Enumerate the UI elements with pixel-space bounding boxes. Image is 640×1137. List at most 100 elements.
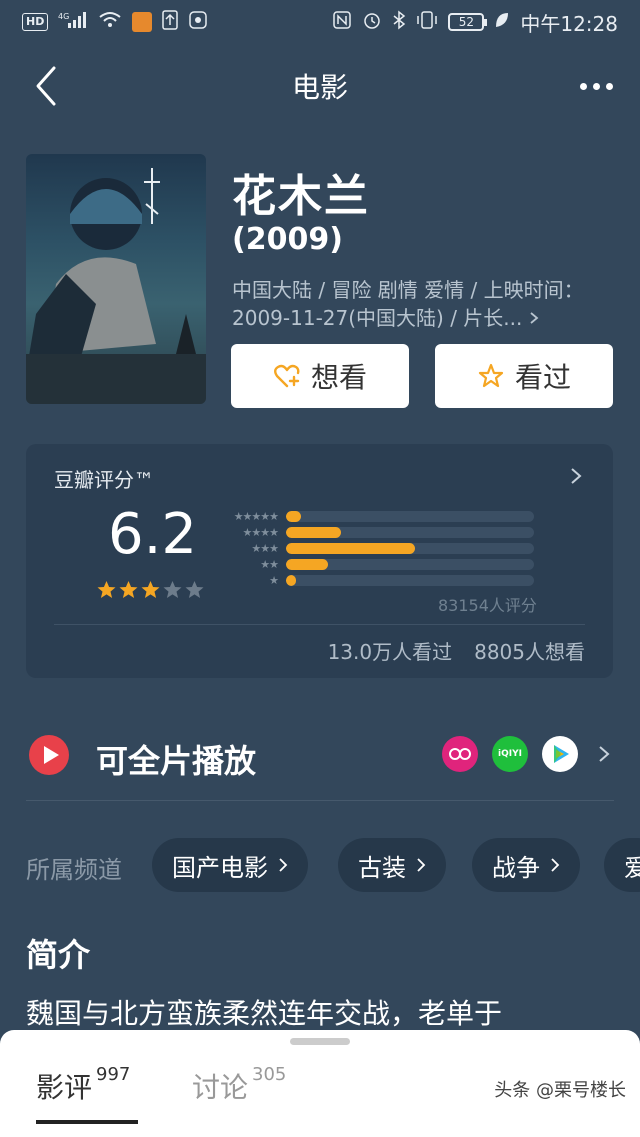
- channel-chip-label: 国产电影: [172, 853, 268, 882]
- movie-year: (2009): [232, 222, 343, 257]
- tab-discussion-count: 305: [252, 1064, 287, 1085]
- rating-bar-track: [286, 542, 534, 554]
- tab-reviews-count: 997: [96, 1064, 131, 1085]
- watermark-text: 头条 @栗号楼长: [494, 1080, 626, 1101]
- tab-discussion-label: 讨论: [192, 1071, 249, 1104]
- rating-row: ★★★★: [224, 524, 534, 540]
- rating-bar-track: [286, 510, 534, 522]
- rating-bar-fill: [286, 574, 296, 586]
- bluetooth-icon: [392, 9, 406, 35]
- play-icon: [29, 735, 69, 775]
- channel-chip-label: 爱: [624, 853, 640, 882]
- rating-card-title: 豆瓣评分™: [54, 468, 154, 492]
- full-play-row[interactable]: 可全片播放 iQIYI: [26, 720, 614, 790]
- star-filled-icon: [141, 581, 160, 598]
- shield-icon: [188, 10, 208, 35]
- nfc-icon: [332, 10, 352, 35]
- star-empty-icon: [163, 581, 182, 598]
- watched-button[interactable]: 看过: [435, 344, 613, 408]
- want-count: 8805人想看: [474, 640, 585, 664]
- iqiyi-icon: iQIYI: [492, 736, 528, 772]
- app-notification-icon: [132, 12, 153, 32]
- status-right: 52 中午12:28: [332, 8, 618, 37]
- chevron-right-icon: [417, 858, 426, 872]
- douban-rating-card[interactable]: 豆瓣评分™ 6.2 ★★★★★ ★★★★ ★★★ ★★ ★ 83154人评分 13.0万…: [26, 444, 613, 678]
- rating-bar-track: [286, 526, 534, 538]
- more-dot-icon: [605, 82, 613, 90]
- channel-chip-war[interactable]: 战争: [472, 838, 580, 892]
- watched-count: 13.0万人看过: [327, 640, 453, 664]
- rating-row-stars: ★★★★: [242, 525, 279, 539]
- status-left: HD 4G: [22, 9, 208, 35]
- page-title: 电影: [291, 71, 348, 104]
- watch-stats: 13.0万人看过 8805人想看: [328, 636, 585, 665]
- rating-count: 83154人评分: [438, 596, 537, 615]
- wifi-icon: [98, 10, 122, 34]
- rating-bar-fill: [286, 510, 301, 522]
- network-type-label: 4G: [58, 12, 69, 21]
- rating-bar-fill: [286, 558, 329, 570]
- movie-poster[interactable]: [26, 154, 206, 404]
- more-dot-icon: [579, 82, 587, 90]
- tencent-video-icon: [542, 736, 578, 772]
- rating-row-stars: ★★★: [251, 541, 279, 555]
- channels-label: 所属频道: [26, 856, 122, 884]
- leaf-icon: [494, 10, 510, 34]
- status-bar: HD 4G 52 中午12:28: [0, 0, 640, 44]
- poster-artwork: [26, 168, 206, 404]
- upload-icon: [162, 9, 179, 35]
- rating-divider: [54, 624, 585, 625]
- rating-distribution: ★★★★★ ★★★★ ★★★ ★★ ★: [224, 508, 534, 588]
- battery-indicator: 52: [448, 13, 488, 31]
- iqiyi-logo-text: iQIYI: [498, 749, 522, 759]
- vibrate-icon: [416, 10, 438, 35]
- channel-chip-romance[interactable]: 爱: [604, 838, 640, 892]
- back-button[interactable]: [30, 64, 70, 108]
- rating-row-stars: ★★: [260, 557, 279, 571]
- rating-row-stars: ★★★★★: [233, 509, 279, 523]
- rating-bar-track: [286, 574, 534, 586]
- watched-label: 看过: [514, 361, 571, 394]
- channel-chip-costume[interactable]: 古装: [338, 838, 446, 892]
- intro-title: 简介: [26, 936, 91, 974]
- chevron-right-icon: [571, 468, 582, 484]
- rating-row: ★★: [224, 556, 534, 572]
- chevron-right-icon: [551, 858, 560, 872]
- rating-bar-fill: [286, 526, 341, 538]
- tab-reviews-label: 影评: [36, 1071, 93, 1104]
- sheet-drag-handle[interactable]: [290, 1038, 350, 1045]
- rating-stars: [96, 580, 205, 600]
- rating-row: ★★★: [224, 540, 534, 556]
- movie-title: 花木兰: [232, 171, 370, 222]
- more-dot-icon: [592, 82, 600, 90]
- star-filled-icon: [119, 581, 138, 598]
- tab-reviews[interactable]: 影评 997: [36, 1066, 130, 1106]
- want-to-watch-button[interactable]: 想看: [231, 344, 409, 408]
- top-nav-bar: 电影: [0, 50, 640, 122]
- mgtv-icon: [442, 736, 478, 772]
- chevron-right-icon: [530, 312, 539, 324]
- back-arrow-icon: [36, 66, 56, 106]
- rating-row-stars: ★: [269, 573, 279, 587]
- channel-chip-label: 战争: [492, 853, 540, 882]
- rating-row: ★: [224, 572, 534, 588]
- channel-chip-label: 古装: [358, 853, 406, 882]
- tab-discussion[interactable]: 讨论 305: [192, 1066, 286, 1106]
- chevron-right-icon: [599, 746, 610, 762]
- star-empty-icon: [185, 581, 204, 598]
- alarm-icon: [362, 10, 382, 35]
- rating-row: ★★★★★: [224, 508, 534, 524]
- section-divider: [26, 800, 614, 801]
- full-play-label: 可全片播放: [96, 742, 257, 780]
- hd-indicator: HD: [22, 13, 49, 31]
- channel-chip-domestic-film[interactable]: 国产电影: [152, 838, 308, 892]
- intro-text: 魏国与北方蛮族柔然连年交战，老单于: [26, 997, 503, 1030]
- clock-time: 中午12:28: [520, 11, 618, 36]
- more-options-button[interactable]: [576, 68, 616, 104]
- movie-meta-info[interactable]: 中国大陆 / 冒险 剧情 爱情 / 上映时间：2009-11-27(中国大陆) …: [232, 276, 602, 332]
- star-filled-icon: [97, 581, 116, 598]
- signal-icon: 4G: [58, 11, 88, 33]
- star-outline-icon: [478, 363, 504, 388]
- rating-bar-fill: [286, 542, 415, 554]
- heart-plus-icon: [274, 364, 300, 388]
